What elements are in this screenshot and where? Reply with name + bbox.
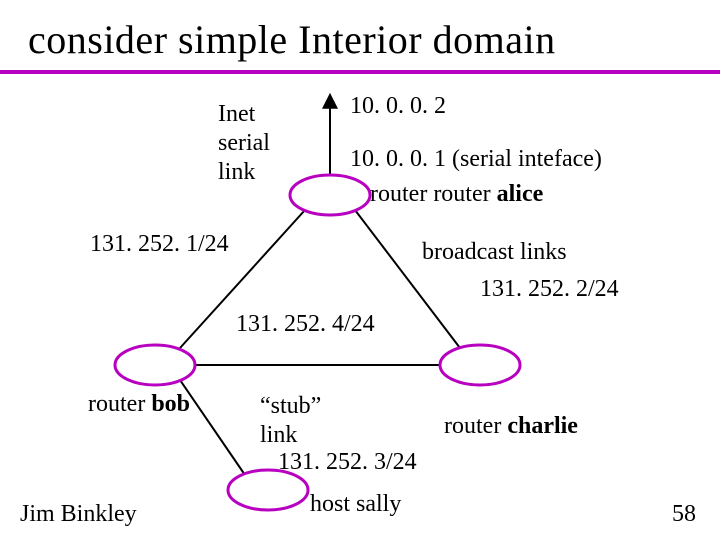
label-subnet-stub: 131. 252. 3/24 <box>278 448 417 477</box>
label-router-charlie: router charlie <box>444 412 578 441</box>
label-subnet-left: 131. 252. 1/24 <box>90 230 229 259</box>
footer-page: 58 <box>672 501 696 528</box>
node-charlie <box>440 345 520 385</box>
label-subnet-right: 131. 252. 2/24 <box>480 275 619 304</box>
label-router-bob: router bob <box>88 390 190 419</box>
footer-author: Jim Binkley <box>20 501 137 528</box>
label-subnet-mid: 131. 252. 4/24 <box>236 310 375 339</box>
label-router-alice: router router alicerouter alice <box>370 180 543 209</box>
label-broadcast-links: broadcast links <box>422 238 567 267</box>
node-bob <box>115 345 195 385</box>
label-stub-link: “stub” link <box>260 392 321 450</box>
label-host-sally: host sally <box>310 490 401 519</box>
title-underline <box>0 70 720 74</box>
node-alice <box>290 175 370 215</box>
label-ip-up: 10. 0. 0. 2 <box>350 92 446 121</box>
label-inet-serial-link: Inet serial link <box>218 100 270 186</box>
label-ip-serial: 10. 0. 0. 1 (serial inteface) <box>350 145 602 174</box>
page-title: consider simple Interior domain <box>28 18 692 62</box>
